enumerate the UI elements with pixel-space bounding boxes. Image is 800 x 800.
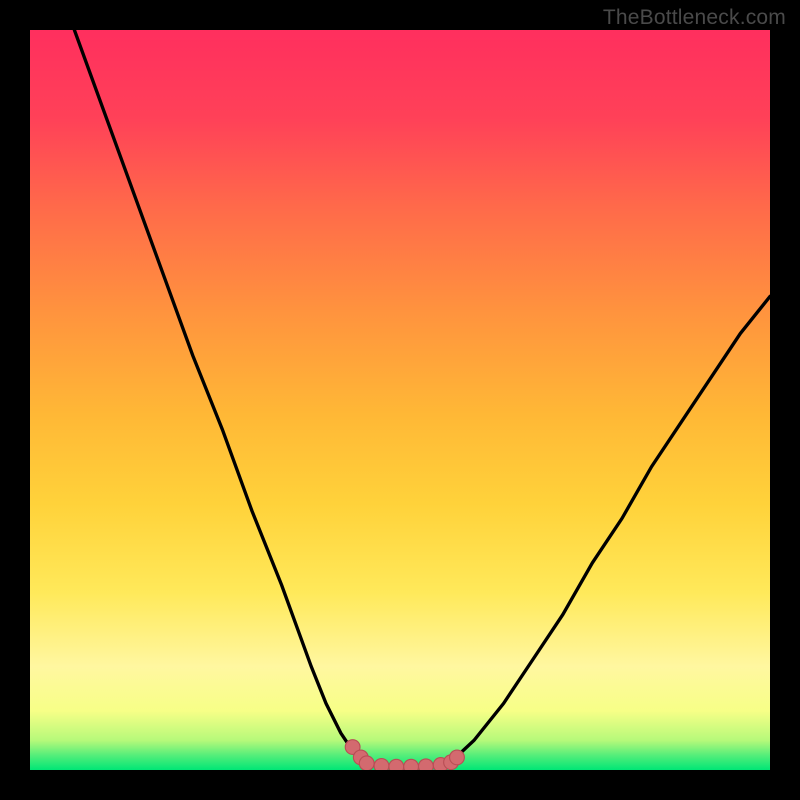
valley-marker-group: [345, 740, 464, 770]
valley-marker-dot: [374, 759, 389, 770]
valley-marker-dot: [450, 750, 465, 765]
valley-marker-dot: [404, 759, 419, 770]
valley-marker-dot: [389, 759, 404, 770]
curve-left-branch: [74, 30, 363, 763]
watermark-text: TheBottleneck.com: [603, 6, 786, 30]
valley-marker-dot: [359, 756, 374, 770]
bottleneck-curve: [74, 30, 770, 767]
plot-area: [30, 30, 770, 770]
curve-right-branch: [452, 296, 770, 761]
valley-marker-dot: [419, 759, 434, 770]
outer-black-frame: TheBottleneck.com: [0, 0, 800, 800]
chart-svg: [30, 30, 770, 770]
